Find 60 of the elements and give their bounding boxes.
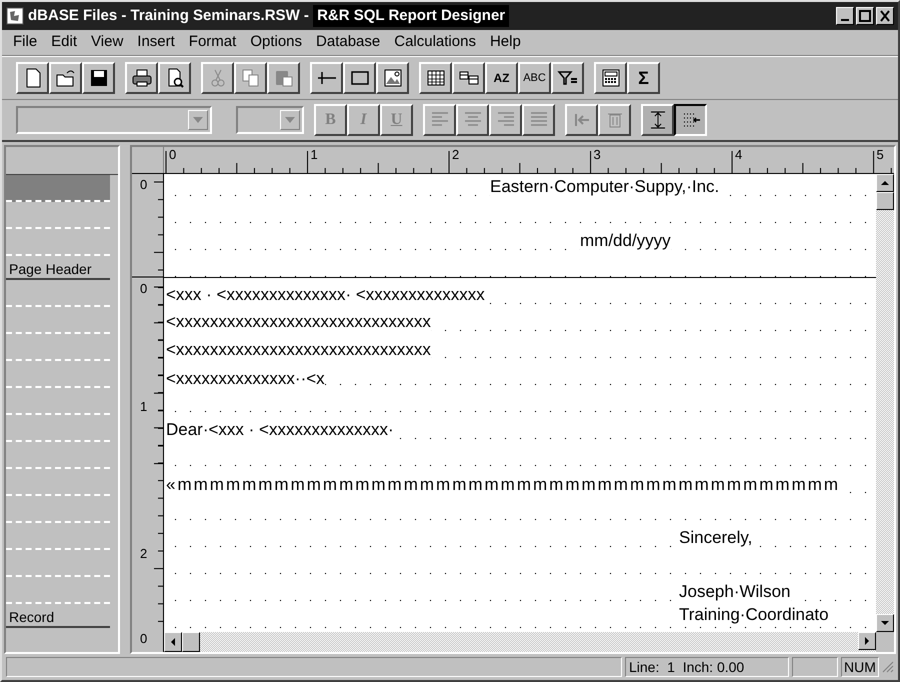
close-button[interactable] bbox=[876, 7, 894, 25]
menu-item[interactable]: View bbox=[84, 31, 130, 54]
arrow-icon bbox=[863, 637, 871, 645]
band[interactable]: Record bbox=[6, 280, 110, 628]
menu-item[interactable]: Format bbox=[182, 31, 244, 54]
ruler-label: 2 bbox=[140, 547, 148, 560]
ruler-label: 0 bbox=[140, 632, 148, 645]
scroll-up-button[interactable] bbox=[876, 174, 894, 192]
menu-item[interactable]: Edit bbox=[44, 31, 84, 54]
ruler-label: 4 bbox=[735, 148, 742, 161]
toolbar-button[interactable] bbox=[674, 104, 707, 136]
band-label: Record bbox=[8, 608, 56, 626]
arrow-icon bbox=[881, 179, 889, 187]
status-position: Line: 1 Inch: 0.00 bbox=[625, 657, 789, 677]
close-icon bbox=[880, 10, 890, 22]
ruler-label: 0 bbox=[169, 148, 176, 161]
combo-box[interactable] bbox=[236, 106, 304, 134]
menu-item[interactable]: Database bbox=[309, 31, 388, 54]
status-num: NUM bbox=[841, 657, 879, 677]
scroll-thumb[interactable] bbox=[876, 192, 894, 210]
combo-box[interactable] bbox=[16, 106, 212, 134]
printer-icon bbox=[130, 67, 152, 89]
horizontal-scrollbar[interactable] bbox=[164, 632, 894, 652]
ruler-label: 0 bbox=[140, 178, 148, 191]
ruler-label: 1 bbox=[310, 148, 318, 161]
maximize-button[interactable] bbox=[856, 7, 874, 25]
band-label: Page Header bbox=[8, 260, 93, 278]
app-name: R&R SQL Report Designer bbox=[313, 4, 510, 28]
arrow-icon bbox=[881, 619, 889, 627]
menu-item[interactable]: Insert bbox=[130, 31, 182, 54]
scroll-thumb[interactable] bbox=[182, 632, 200, 652]
ruler-label: 1 bbox=[140, 400, 148, 413]
resize-grip-icon bbox=[882, 661, 894, 673]
window-title: dBASE Files - Training Seminars.RSW - bbox=[28, 6, 310, 26]
copy-icon bbox=[240, 67, 262, 89]
arrow-icon bbox=[169, 638, 177, 646]
minimize-button[interactable] bbox=[836, 7, 854, 25]
scroll-down-button[interactable] bbox=[876, 614, 894, 632]
app-icon bbox=[6, 7, 24, 25]
calculator-icon bbox=[600, 67, 622, 89]
ruler-label: 2 bbox=[452, 148, 460, 161]
toolbar-button[interactable]: AZ bbox=[485, 62, 518, 94]
menu-item[interactable]: Options bbox=[243, 31, 310, 54]
toolbar-button[interactable]: ABC bbox=[518, 62, 551, 94]
vertical-scrollbar[interactable] bbox=[876, 174, 894, 632]
band[interactable]: Page Header bbox=[6, 175, 110, 280]
status-field bbox=[792, 657, 838, 677]
scroll-left-button[interactable] bbox=[164, 632, 182, 652]
ruler-label: 3 bbox=[594, 148, 601, 161]
ruler-label: 5 bbox=[876, 148, 884, 161]
picture-icon bbox=[382, 67, 404, 89]
maximize-icon bbox=[859, 10, 871, 22]
toolbar-button[interactable]: Σ bbox=[627, 62, 660, 94]
scroll-right-button[interactable] bbox=[858, 632, 876, 650]
menu-item[interactable]: Help bbox=[482, 31, 528, 54]
scrollbar-corner bbox=[876, 632, 894, 652]
ruler-label: 0 bbox=[140, 282, 148, 295]
minimize-icon bbox=[841, 19, 849, 21]
menu-item[interactable]: Calculations bbox=[387, 31, 483, 54]
menu-item[interactable]: File bbox=[6, 31, 44, 54]
